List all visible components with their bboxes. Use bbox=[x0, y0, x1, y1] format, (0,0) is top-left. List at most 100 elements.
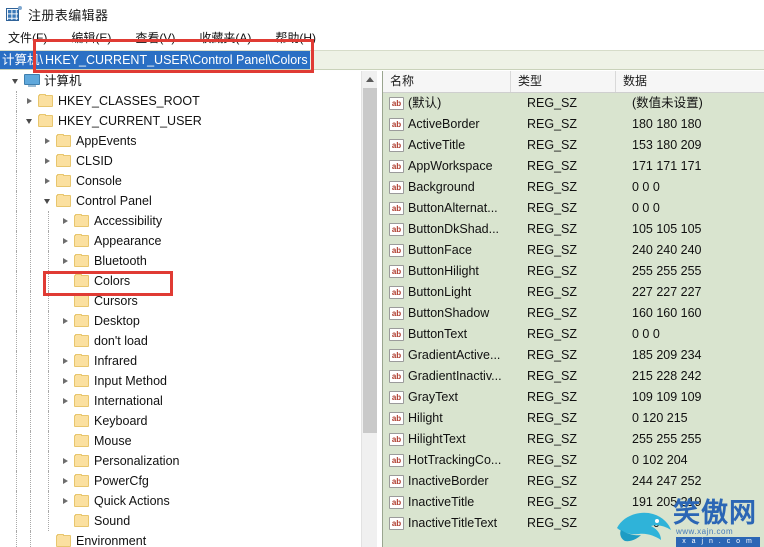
table-row[interactable]: ab ButtonHilight REG_SZ 255 255 255 bbox=[383, 261, 764, 282]
tree-guide-line bbox=[16, 531, 17, 547]
tree-node-control-panel[interactable]: Control Panel bbox=[0, 191, 361, 211]
chevron-right-icon[interactable] bbox=[58, 211, 72, 231]
table-row[interactable]: ab InactiveBorder REG_SZ 244 247 252 bbox=[383, 471, 764, 492]
value-data: 180 180 180 bbox=[632, 117, 702, 131]
address-bar[interactable]: 计算机\ HKEY_CURRENT_USER\Control Panel\Col… bbox=[0, 50, 764, 70]
column-header-1[interactable]: 名称 bbox=[383, 71, 511, 92]
tree-node-cursors[interactable]: Cursors bbox=[0, 291, 361, 311]
tree-node-quick-actions[interactable]: Quick Actions bbox=[0, 491, 361, 511]
tree-node-appevents[interactable]: AppEvents bbox=[0, 131, 361, 151]
chevron-right-icon[interactable] bbox=[58, 251, 72, 271]
value-data: 0 120 215 bbox=[632, 411, 688, 425]
table-row[interactable]: ab ActiveTitle REG_SZ 153 180 209 bbox=[383, 135, 764, 156]
tree-node-infrared[interactable]: Infrared bbox=[0, 351, 361, 371]
menu-item-4[interactable]: 收藏夹(A) bbox=[187, 29, 263, 48]
tree-node-clsid[interactable]: CLSID bbox=[0, 151, 361, 171]
table-row[interactable]: ab InactiveTitle REG_SZ 191 205 219 bbox=[383, 492, 764, 513]
table-row[interactable]: ab ButtonFace REG_SZ 240 240 240 bbox=[383, 240, 764, 261]
table-row[interactable]: ab ButtonShadow REG_SZ 160 160 160 bbox=[383, 303, 764, 324]
tree-guide-line bbox=[16, 231, 17, 251]
chevron-right-icon[interactable] bbox=[58, 351, 72, 371]
column-header-3[interactable]: 数据 bbox=[616, 71, 764, 92]
chevron-right-icon[interactable] bbox=[40, 151, 54, 171]
chevron-right-icon[interactable] bbox=[40, 131, 54, 151]
tree-node-hkey-current-user[interactable]: HKEY_CURRENT_USER bbox=[0, 111, 361, 131]
registry-values-pane[interactable]: 名称 类型 数据 ab (默认) REG_SZ (数值未设置) ab ActiveBorder… bbox=[382, 71, 764, 547]
table-row[interactable]: ab GrayText REG_SZ 109 109 109 bbox=[383, 387, 764, 408]
value-type: REG_SZ bbox=[527, 180, 578, 194]
tree-node-console[interactable]: Console bbox=[0, 171, 361, 191]
chevron-right-icon[interactable] bbox=[58, 371, 72, 391]
tree-node-environment[interactable]: Environment bbox=[0, 531, 361, 547]
folder-icon bbox=[56, 194, 71, 207]
table-row[interactable]: ab ActiveBorder REG_SZ 180 180 180 bbox=[383, 114, 764, 135]
menu-item-2[interactable]: 编辑(E) bbox=[59, 29, 123, 48]
tree-node-accessibility[interactable]: Accessibility bbox=[0, 211, 361, 231]
tree-node-bluetooth[interactable]: Bluetooth bbox=[0, 251, 361, 271]
tree-node-label: Appearance bbox=[94, 234, 162, 248]
menu-item-1[interactable]: 文件(F) bbox=[0, 29, 59, 48]
table-row[interactable]: ab GradientInactiv... REG_SZ 215 228 242 bbox=[383, 366, 764, 387]
address-bar-empty-area[interactable] bbox=[309, 51, 764, 69]
table-row[interactable]: ab ButtonDkShad... REG_SZ 105 105 105 bbox=[383, 219, 764, 240]
tree-guide-line bbox=[16, 131, 17, 151]
chevron-right-icon[interactable] bbox=[58, 491, 72, 511]
tree-node-mouse[interactable]: Mouse bbox=[0, 431, 361, 451]
chevron-down-icon[interactable] bbox=[22, 111, 36, 131]
tree-node-label: Sound bbox=[94, 514, 131, 528]
table-row[interactable]: ab ButtonAlternat... REG_SZ 0 0 0 bbox=[383, 198, 764, 219]
table-row[interactable]: ab HotTrackingCo... REG_SZ 0 102 204 bbox=[383, 450, 764, 471]
column-header-2[interactable]: 类型 bbox=[511, 71, 616, 92]
tree-node-label: Quick Actions bbox=[94, 494, 170, 508]
chevron-down-icon[interactable] bbox=[8, 71, 22, 91]
chevron-right-icon[interactable] bbox=[58, 451, 72, 471]
title-bar: 注册表编辑器 bbox=[0, 0, 764, 28]
value-type: REG_SZ bbox=[527, 432, 578, 446]
menu-item-5[interactable]: 帮助(H) bbox=[263, 29, 328, 48]
registry-values-list[interactable]: ab (默认) REG_SZ (数值未设置) ab ActiveBorder REG_SZ 1… bbox=[383, 93, 764, 534]
table-row[interactable]: ab InactiveTitleText REG_SZ 0 0 0 bbox=[383, 513, 764, 534]
menu-item-3[interactable]: 查看(V) bbox=[123, 29, 187, 48]
tree-node-don-t-load[interactable]: don't load bbox=[0, 331, 361, 351]
tree-node-[interactable]: 计算机 bbox=[0, 71, 361, 91]
tree-guide-line bbox=[16, 211, 17, 231]
computer-icon bbox=[24, 74, 40, 87]
scrollbar-thumb[interactable] bbox=[363, 88, 377, 433]
tree-node-input-method[interactable]: Input Method bbox=[0, 371, 361, 391]
tree-guide-line bbox=[48, 331, 49, 351]
tree-node-powercfg[interactable]: PowerCfg bbox=[0, 471, 361, 491]
table-row[interactable]: ab Background REG_SZ 0 0 0 bbox=[383, 177, 764, 198]
tree-guide-line bbox=[30, 131, 31, 151]
chevron-right-icon[interactable] bbox=[22, 91, 36, 111]
chevron-right-icon[interactable] bbox=[58, 311, 72, 331]
table-row[interactable]: ab ButtonText REG_SZ 0 0 0 bbox=[383, 324, 764, 345]
chevron-right-icon[interactable] bbox=[58, 471, 72, 491]
tree-node-desktop[interactable]: Desktop bbox=[0, 311, 361, 331]
chevron-down-icon[interactable] bbox=[40, 191, 54, 211]
chevron-right-icon[interactable] bbox=[58, 231, 72, 251]
tree-guide-line bbox=[48, 471, 49, 491]
tree-node-colors[interactable]: Colors bbox=[0, 271, 361, 291]
tree-node-international[interactable]: International bbox=[0, 391, 361, 411]
table-row[interactable]: ab (默认) REG_SZ (数值未设置) bbox=[383, 93, 764, 114]
scroll-up-arrow-icon[interactable] bbox=[362, 71, 378, 87]
table-row[interactable]: ab AppWorkspace REG_SZ 171 171 171 bbox=[383, 156, 764, 177]
value-name: Hilight bbox=[408, 411, 443, 425]
tree-node-keyboard[interactable]: Keyboard bbox=[0, 411, 361, 431]
tree-vertical-scrollbar[interactable] bbox=[361, 71, 378, 547]
table-row[interactable]: ab ButtonLight REG_SZ 227 227 227 bbox=[383, 282, 764, 303]
table-row[interactable]: ab GradientActive... REG_SZ 185 209 234 bbox=[383, 345, 764, 366]
table-row[interactable]: ab Hilight REG_SZ 0 120 215 bbox=[383, 408, 764, 429]
chevron-right-icon[interactable] bbox=[58, 391, 72, 411]
tree-node-appearance[interactable]: Appearance bbox=[0, 231, 361, 251]
table-row[interactable]: ab HilightText REG_SZ 255 255 255 bbox=[383, 429, 764, 450]
tree-guide-line bbox=[30, 271, 31, 291]
folder-icon bbox=[74, 234, 89, 247]
tree-node-personalization[interactable]: Personalization bbox=[0, 451, 361, 471]
tree-node-hkey-classes-root[interactable]: HKEY_CLASSES_ROOT bbox=[0, 91, 361, 111]
value-type: REG_SZ bbox=[527, 201, 578, 215]
tree-guide-line bbox=[16, 191, 17, 211]
registry-tree-pane[interactable]: 计算机 HKEY_CLASSES_ROOT HKEY_CURRENT_USER App… bbox=[0, 71, 361, 547]
tree-node-sound[interactable]: Sound bbox=[0, 511, 361, 531]
chevron-right-icon[interactable] bbox=[40, 171, 54, 191]
